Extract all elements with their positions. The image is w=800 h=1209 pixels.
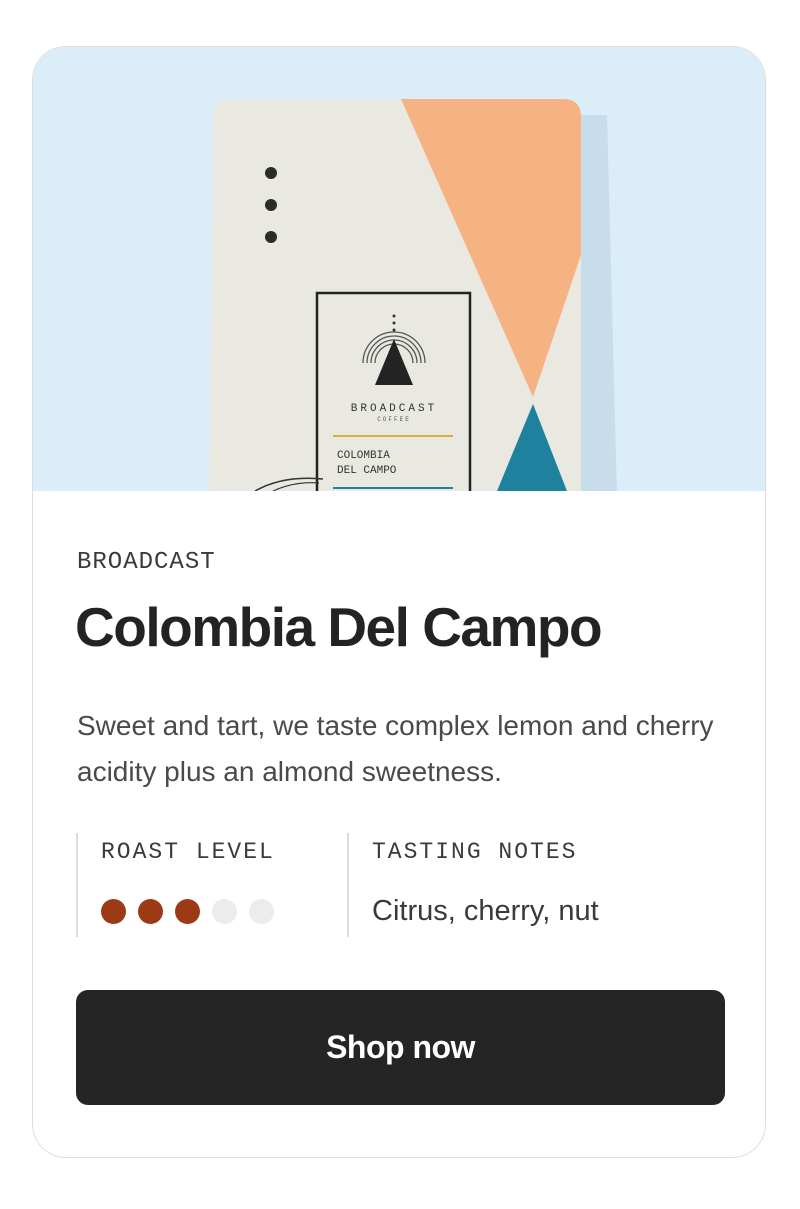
tasting-notes: TASTING NOTES Citrus, cherry, nut: [347, 833, 729, 937]
svg-text:DEL CAMPO: DEL CAMPO: [337, 465, 397, 477]
roast-dot-filled: [101, 899, 126, 924]
tasting-notes-label: TASTING NOTES: [372, 839, 578, 865]
coffee-bag-illustration: BROADCAST COFFEE COLOMBIA DEL CAMPO: [209, 99, 617, 491]
product-title: Colombia Del Campo: [75, 596, 603, 658]
roast-level: ROAST LEVEL: [76, 833, 346, 937]
roast-dot-empty: [249, 899, 274, 924]
roast-level-label: ROAST LEVEL: [101, 839, 275, 865]
svg-text:COFFEE: COFFEE: [377, 416, 411, 423]
svg-text:BROADCAST: BROADCAST: [351, 403, 437, 415]
product-card: BROADCAST COFFEE COLOMBIA DEL CAMPO BROA…: [32, 46, 766, 1158]
roast-dot-filled: [175, 899, 200, 924]
roast-dot-filled: [138, 899, 163, 924]
product-image: BROADCAST COFFEE COLOMBIA DEL CAMPO: [33, 47, 765, 491]
roast-level-indicator: [101, 899, 274, 924]
product-description: Sweet and tart, we taste complex lemon a…: [77, 710, 714, 787]
tasting-notes-value: Citrus, cherry, nut: [372, 895, 599, 927]
shop-now-button[interactable]: Shop now: [76, 990, 725, 1105]
brand-name: BROADCAST: [77, 549, 216, 576]
roast-dot-empty: [212, 899, 237, 924]
svg-text:COLOMBIA: COLOMBIA: [337, 450, 390, 462]
